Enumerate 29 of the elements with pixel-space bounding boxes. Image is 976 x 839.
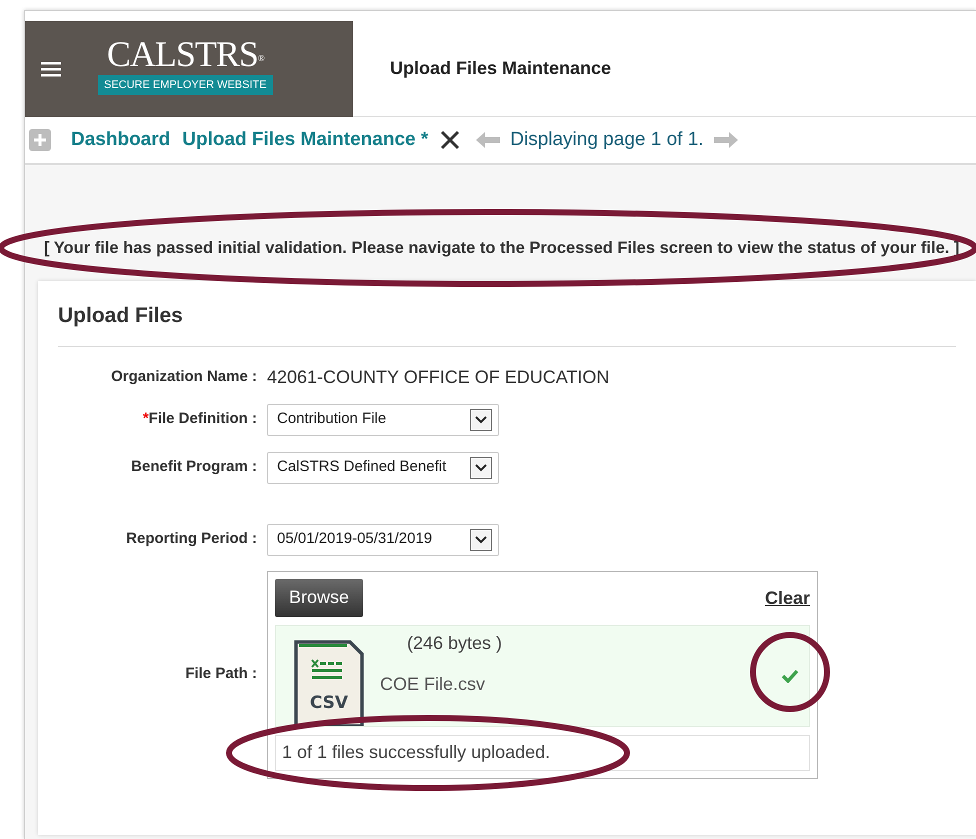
file-name: COE File.csv (380, 672, 486, 696)
page-indicator: Displaying page 1 of 1. (510, 128, 704, 152)
file-size: (246 bytes ) (407, 632, 502, 655)
page-title: Upload Files Maintenance (390, 57, 612, 80)
check-icon (781, 668, 799, 682)
caret-icon[interactable] (470, 528, 492, 550)
tab[interactable]: Dashboard (71, 126, 170, 154)
tab[interactable]: Upload Files Maintenance * (182, 126, 428, 154)
logo-wordmark: CALSTRS$^{®}$ (106, 34, 264, 72)
csv-file-icon: CSV (294, 640, 364, 726)
logo-tagline: SECURE EMPLOYER WEBSITE (98, 74, 273, 95)
field-label: Organization Name : (111, 367, 257, 388)
required-mark: * (142, 409, 149, 430)
card-title: Upload Files (58, 281, 956, 346)
clear-link[interactable]: Clear (764, 584, 810, 612)
menu-icon[interactable] (41, 60, 61, 76)
dropdown[interactable]: Contribution File (267, 404, 499, 436)
close-icon[interactable] (440, 130, 460, 150)
browse-button[interactable]: Browse (275, 578, 364, 616)
dropdown[interactable]: 05/01/2019-05/31/2019 (267, 524, 499, 556)
field-label: File Path : (184, 664, 258, 684)
field-label: Benefit Program : (131, 457, 257, 478)
field-value: 42061-COUNTY OFFICE OF EDUCATION (267, 366, 610, 389)
caret-icon[interactable] (470, 408, 492, 430)
field-label: Reporting Period : (126, 529, 257, 550)
caret-icon[interactable] (470, 456, 492, 478)
field-label: File Definition : (148, 409, 257, 430)
dropdown[interactable]: CalSTRS Defined Benefit (267, 452, 499, 484)
upload-status: 1 of 1 files successfully uploaded. (275, 735, 810, 770)
